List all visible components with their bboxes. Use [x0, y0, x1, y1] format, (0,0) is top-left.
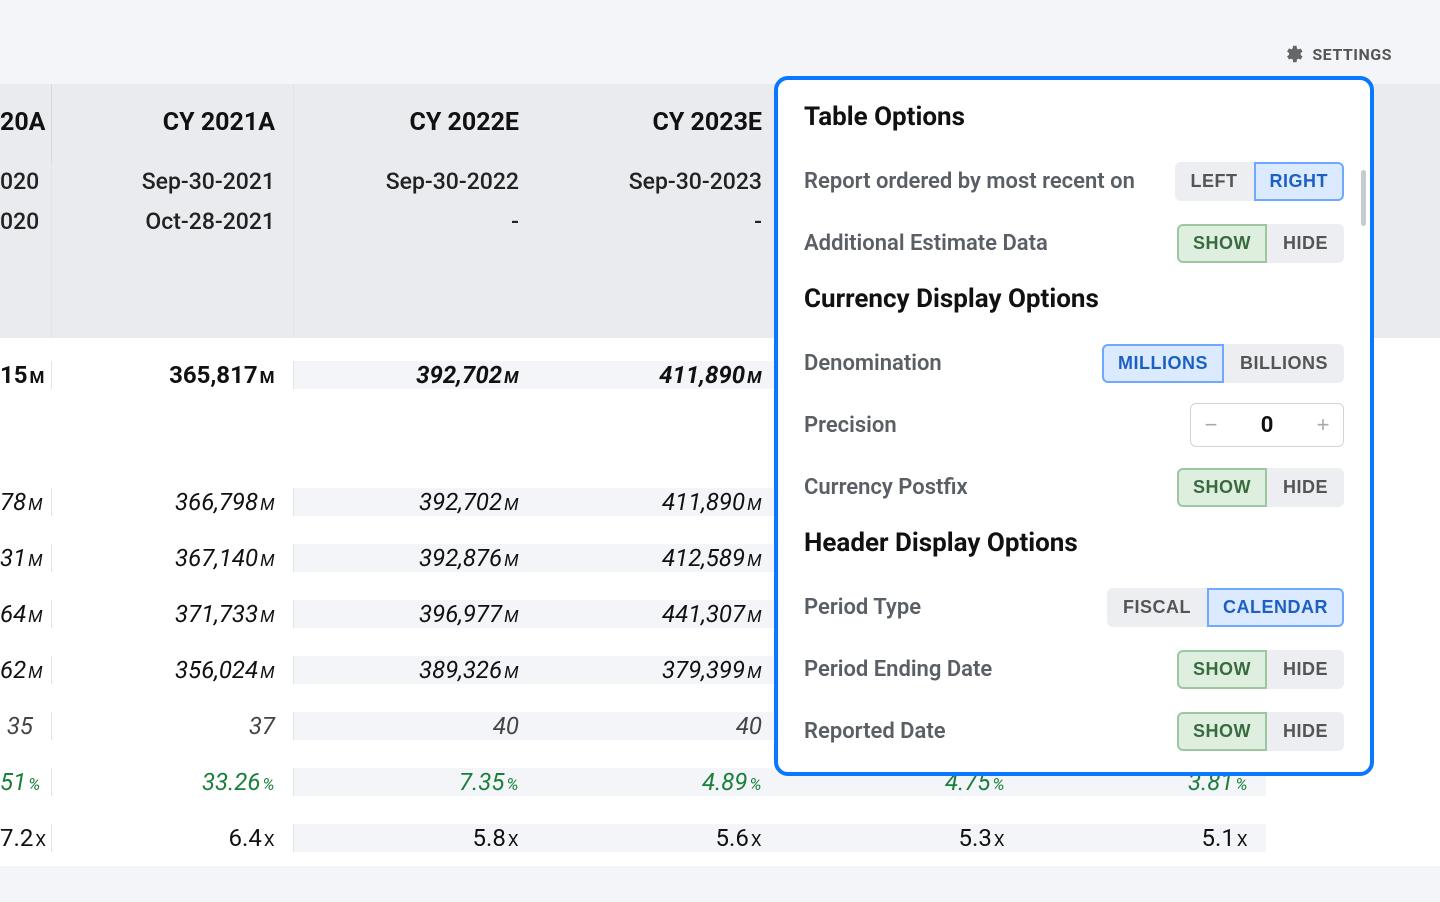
option-label: Period Ending Date — [804, 657, 992, 682]
col-header-reported: Oct-28-2021 — [52, 202, 294, 246]
estimate-show-button[interactable]: SHOW — [1177, 224, 1267, 263]
section-currency-options: Currency Display Options — [804, 284, 1344, 314]
gear-icon — [1282, 43, 1304, 65]
table-row: 7.2X 6.4X 5.8X 5.6X 5.3X 5.1X — [0, 810, 1440, 866]
precision-plus-button[interactable]: + — [1303, 404, 1343, 446]
reported-hide-button[interactable]: HIDE — [1267, 712, 1344, 751]
toggle-denomination: MILLIONS BILLIONS — [1102, 344, 1344, 383]
option-label: Report ordered by most recent on — [804, 169, 1135, 194]
estimate-hide-button[interactable]: HIDE — [1267, 224, 1344, 263]
toggle-period-type: FISCAL CALENDAR — [1107, 588, 1344, 627]
section-header-options: Header Display Options — [804, 528, 1344, 558]
col-header-reported: 020 — [0, 202, 52, 246]
toggle-period-ending: SHOW HIDE — [1177, 650, 1344, 689]
section-table-options: Table Options — [804, 102, 1344, 132]
postfix-show-button[interactable]: SHOW — [1177, 468, 1267, 507]
postfix-hide-button[interactable]: HIDE — [1267, 468, 1344, 507]
option-label: Reported Date — [804, 719, 946, 744]
toggle-estimate-data: SHOW HIDE — [1177, 224, 1344, 263]
option-label: Denomination — [804, 351, 942, 376]
precision-value: 0 — [1231, 413, 1303, 438]
period-end-show-button[interactable]: SHOW — [1177, 650, 1267, 689]
col-header-year: CY 2021A — [52, 84, 294, 162]
col-header-year: 20A — [0, 84, 52, 162]
order-left-button[interactable]: LEFT — [1175, 162, 1254, 201]
denom-billions-button[interactable]: BILLIONS — [1224, 344, 1344, 383]
option-label: Additional Estimate Data — [804, 231, 1048, 256]
col-header-year: CY 2023E — [537, 84, 780, 162]
col-header-date: Sep-30-2022 — [294, 162, 537, 202]
col-header-reported: - — [294, 202, 537, 246]
reported-show-button[interactable]: SHOW — [1177, 712, 1267, 751]
precision-minus-button[interactable]: − — [1191, 404, 1231, 446]
settings-button[interactable]: SETTINGS — [1282, 43, 1392, 65]
order-right-button[interactable]: RIGHT — [1254, 162, 1345, 201]
period-end-hide-button[interactable]: HIDE — [1267, 650, 1344, 689]
col-header-date: Sep-30-2023 — [537, 162, 780, 202]
settings-label: SETTINGS — [1312, 45, 1392, 64]
option-label: Currency Postfix — [804, 475, 968, 500]
col-header-date: Sep-30-2021 — [52, 162, 294, 202]
option-label: Precision — [804, 413, 897, 438]
toggle-postfix: SHOW HIDE — [1177, 468, 1344, 507]
toggle-reported-date: SHOW HIDE — [1177, 712, 1344, 751]
toggle-order: LEFT RIGHT — [1175, 162, 1345, 201]
col-header-reported: - — [537, 202, 780, 246]
precision-stepper: − 0 + — [1190, 403, 1344, 447]
settings-panel: Table Options Report ordered by most rec… — [774, 76, 1374, 776]
option-label: Period Type — [804, 595, 921, 620]
col-header-date: 020 — [0, 162, 52, 202]
denom-millions-button[interactable]: MILLIONS — [1102, 344, 1224, 383]
col-header-year: CY 2022E — [294, 84, 537, 162]
scrollbar[interactable] — [1361, 170, 1366, 226]
period-fiscal-button[interactable]: FISCAL — [1107, 588, 1207, 627]
period-calendar-button[interactable]: CALENDAR — [1207, 588, 1344, 627]
